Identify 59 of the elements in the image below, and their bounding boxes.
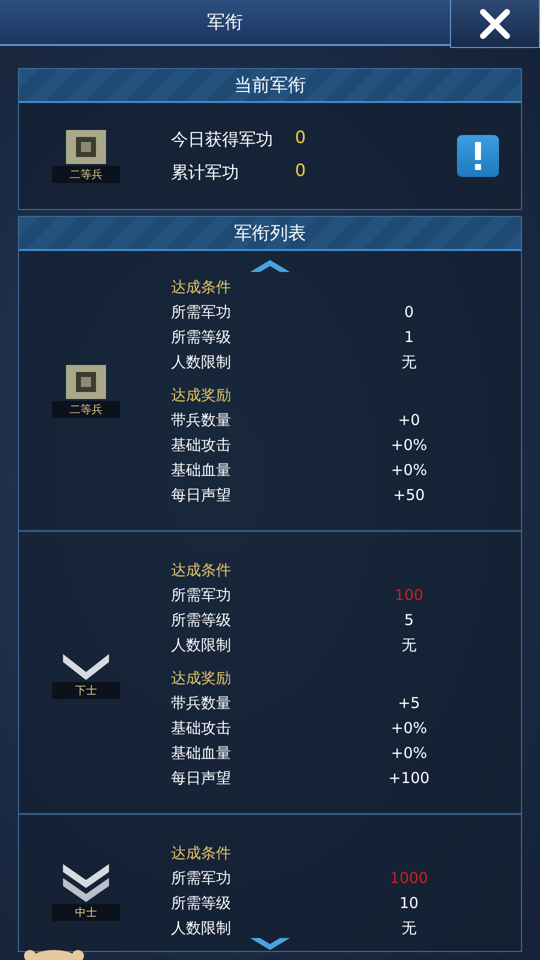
scroll-down-icon[interactable] (250, 938, 290, 952)
row-value: +0% (390, 460, 428, 481)
row-value: +0 (396, 410, 422, 431)
stat-value: 0 (295, 161, 307, 183)
section-title: 达成奖励 (171, 668, 231, 689)
row-value: 1 (403, 327, 415, 348)
row-value: +0% (390, 718, 428, 739)
row-label: 每日声望 (171, 768, 231, 789)
row-value: 无 (400, 918, 418, 939)
close-icon (479, 8, 511, 40)
row-value: +100 (387, 768, 431, 789)
section-title: 达成条件 (171, 277, 231, 298)
row-value: 0 (403, 302, 415, 323)
info-button[interactable] (457, 135, 499, 177)
rank-name: 中士 (52, 904, 120, 920)
stat-label: 今日获得军功 (171, 129, 273, 151)
row-label: 基础攻击 (171, 718, 231, 739)
row-value: 无 (400, 352, 418, 373)
row-value: 10 (398, 893, 420, 914)
row-label: 所需等级 (171, 893, 231, 914)
double-chevron-insignia-icon (63, 862, 109, 902)
rank-name: 二等兵 (52, 166, 120, 182)
scroll-up-icon[interactable] (250, 258, 290, 272)
row-label: 基础血量 (171, 460, 231, 481)
square-insignia-icon (66, 365, 106, 399)
row-label: 人数限制 (171, 352, 231, 373)
square-insignia-icon (66, 130, 106, 164)
row-value: 1000 (388, 868, 430, 889)
row-label: 人数限制 (171, 635, 231, 656)
row-label: 带兵数量 (171, 693, 231, 714)
row-value: +5 (396, 693, 422, 714)
row-value: 5 (403, 610, 415, 631)
section-title: 达成奖励 (171, 385, 231, 406)
row-value: 无 (400, 635, 418, 656)
rank-name: 下士 (52, 682, 120, 699)
stat-value: 0 (295, 128, 307, 150)
section-title: 达成条件 (171, 560, 231, 581)
row-value: +0% (390, 743, 428, 764)
row-value: +50 (392, 485, 426, 506)
row-label: 基础攻击 (171, 435, 231, 456)
row-value: 100 (394, 585, 424, 606)
row-label: 基础血量 (171, 743, 231, 764)
section-title: 达成条件 (171, 843, 231, 864)
row-label: 人数限制 (171, 918, 231, 939)
row-value: +0% (390, 435, 428, 456)
row-label: 所需军功 (171, 302, 231, 323)
panel-title: 军衔列表 (234, 222, 306, 245)
stat-label: 累计军功 (171, 162, 240, 184)
rank-name: 二等兵 (52, 401, 120, 418)
window-title: 军衔 (207, 11, 243, 34)
row-label: 所需等级 (171, 610, 231, 631)
row-label: 所需军功 (171, 585, 231, 606)
row-label: 带兵数量 (171, 410, 231, 431)
panel-title: 当前军衔 (234, 74, 306, 97)
row-label: 所需军功 (171, 868, 231, 889)
row-label: 所需等级 (171, 327, 231, 348)
exclamation-icon (474, 142, 482, 170)
close-button[interactable] (450, 0, 540, 48)
row-label: 每日声望 (171, 485, 231, 506)
